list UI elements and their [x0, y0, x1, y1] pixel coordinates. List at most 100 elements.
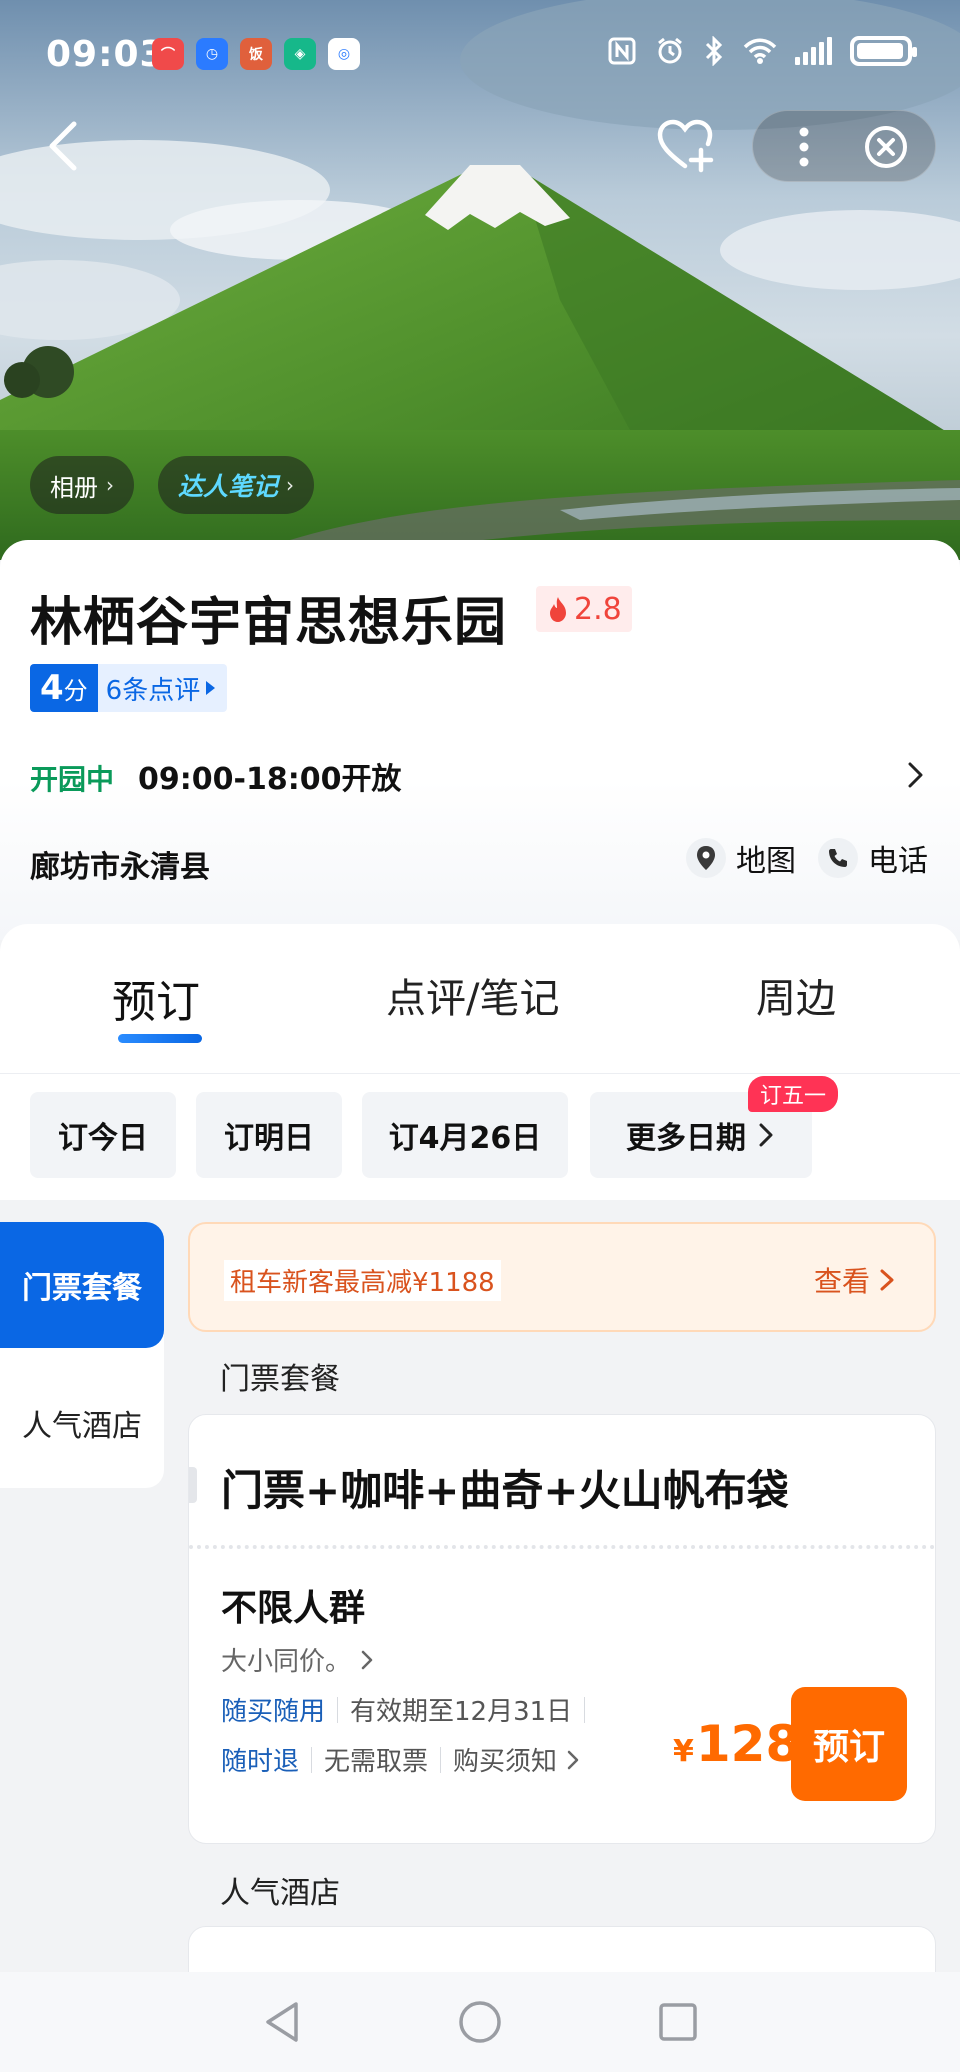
heat-badge: 2.8	[536, 586, 632, 632]
review-count: 6条点评	[97, 664, 228, 712]
chevron-right-icon	[759, 1123, 773, 1147]
notification-icons: ⌒ ◷ 饭 ◈ ◎	[152, 38, 360, 70]
alarm-icon	[658, 37, 682, 64]
food-app-icon: 饭	[240, 38, 272, 70]
book-button[interactable]: 预订	[791, 1687, 907, 1801]
chevron-right-icon: ›	[286, 473, 295, 497]
phone-icon	[818, 838, 858, 878]
battery-icon	[850, 36, 917, 66]
close-icon[interactable]	[861, 123, 911, 171]
status-bar: 09:03 ⌒ ◷ 饭 ◈ ◎	[0, 0, 960, 110]
white-circle-app-icon: ◎	[328, 38, 360, 70]
status-time: 09:03	[46, 34, 166, 75]
validity-text: 有效期至12月31日	[350, 1697, 573, 1727]
no-pickup-text: 无需取票	[324, 1747, 429, 1777]
system-recents-icon[interactable]	[652, 1996, 704, 2048]
map-label: 地图	[736, 844, 796, 879]
score-value: 4	[40, 668, 64, 708]
title-marker	[189, 1467, 197, 1503]
green-shield-app-icon: ◈	[284, 38, 316, 70]
ticket-tags-row-2: 随时退 无需取票 购买须知	[221, 1741, 581, 1778]
nfc-icon	[608, 37, 636, 65]
system-back-icon[interactable]	[258, 1996, 310, 2048]
heat-value: 2.8	[574, 591, 622, 627]
battery-level	[857, 43, 904, 59]
ticket-price: ¥ 128	[673, 1715, 800, 1773]
bluetooth-icon	[705, 36, 723, 66]
ticket-package-card[interactable]: 门票+咖啡+曲奇+火山帆布袋 不限人群 大小同价。 随买随用 有效期至12月31…	[188, 1414, 936, 1844]
hero-photo[interactable]: 09:03 ⌒ ◷ 饭 ◈ ◎ 相册 › 达人笔记 ›	[0, 0, 960, 560]
map-pin-icon	[686, 838, 726, 878]
package-title: 门票+咖啡+曲奇+火山帆布袋	[221, 1466, 789, 1515]
price-value: 128	[695, 1715, 801, 1773]
date-selector: 订今日 订明日 订4月26日 更多日期 订五一	[0, 1074, 960, 1200]
review-count-label: 6条点评	[105, 675, 201, 706]
tab-booking[interactable]: 预订	[112, 966, 200, 1030]
price-note-link[interactable]: 大小同价。	[221, 1641, 375, 1678]
chevron-right-icon	[908, 762, 923, 788]
album-button[interactable]: 相册 ›	[30, 456, 134, 514]
price-note: 大小同价。	[221, 1647, 352, 1677]
category-sidebar: 门票套餐 人气酒店	[0, 1222, 164, 1488]
album-label: 相册	[50, 473, 98, 502]
chevron-right-icon: ›	[106, 473, 114, 497]
rating-button[interactable]: 4 分 6条点评	[30, 664, 228, 712]
book-today-button[interactable]: 订今日	[30, 1092, 176, 1178]
chevron-right-icon	[361, 1650, 373, 1669]
tab-bar: 预订 点评/笔记 周边	[0, 924, 960, 1074]
map-button[interactable]: 地图	[686, 836, 796, 880]
score-unit: 分	[63, 677, 88, 705]
tab-nearby[interactable]: 周边	[756, 966, 836, 1024]
attraction-info-card: 林栖谷宇宙思想乐园 2.8 4 分 6条点评 开园中 09:00-18:00开放…	[0, 540, 960, 940]
open-hours: 09:00-18:00开放	[138, 762, 402, 797]
address: 廊坊市永清县	[30, 850, 210, 885]
tag-anytime-use: 随买随用	[221, 1697, 326, 1727]
miniapp-capsule	[752, 110, 936, 182]
promo-view-link[interactable]: 查看	[814, 1260, 896, 1300]
tag-refund-anytime: 随时退	[221, 1747, 300, 1777]
section-title-tickets: 门票套餐	[220, 1362, 340, 1397]
book-specific-date-button[interactable]: 订4月26日	[362, 1092, 568, 1178]
chevron-right-icon	[880, 1269, 894, 1291]
expert-notes-label: 达人笔记	[178, 472, 279, 501]
promo-link-label: 查看	[813, 1265, 870, 1298]
audience-label: 不限人群	[221, 1588, 366, 1629]
car-rental-promo-banner[interactable]: 租车新客最高减¥1188 查看	[188, 1222, 936, 1332]
tab-reviews-notes[interactable]: 点评/笔记	[386, 966, 559, 1024]
signal-icon	[795, 37, 832, 65]
currency-symbol: ¥	[673, 1734, 694, 1769]
score-box: 4 分	[30, 664, 98, 712]
dotted-divider	[189, 1545, 935, 1549]
purchase-notes-link[interactable]: 购买须知	[453, 1741, 557, 1778]
may-day-badge: 订五一	[748, 1076, 839, 1112]
open-status: 开园中	[30, 763, 115, 796]
favorite-add-icon[interactable]	[655, 116, 717, 176]
system-home-icon[interactable]	[454, 1996, 506, 2048]
back-icon[interactable]	[40, 118, 90, 174]
system-navigation-bar	[0, 1972, 960, 2072]
sidebar-item-tickets[interactable]: 门票套餐	[0, 1222, 164, 1348]
phone-label: 电话	[868, 844, 928, 879]
tag-separator	[311, 1746, 313, 1773]
active-tab-indicator	[118, 1034, 202, 1043]
blue-clock-app-icon: ◷	[196, 38, 228, 70]
tag-separator	[337, 1696, 339, 1723]
ticket-tags-row-1: 随买随用 有效期至12月31日	[221, 1691, 597, 1728]
wifi-icon	[743, 38, 777, 64]
expert-notes-button[interactable]: 达人笔记 ›	[158, 456, 315, 514]
flame-icon	[550, 597, 566, 622]
tag-separator	[584, 1696, 586, 1723]
section-title-hotels: 人气酒店	[220, 1876, 340, 1911]
more-icon[interactable]	[779, 123, 829, 171]
tag-separator	[440, 1746, 442, 1773]
attraction-title: 林栖谷宇宙思想乐园	[30, 593, 508, 653]
book-tomorrow-button[interactable]: 订明日	[196, 1092, 342, 1178]
sidebar-item-hotels[interactable]: 人气酒店	[0, 1360, 164, 1486]
system-indicators	[607, 36, 917, 66]
triangle-right-icon	[206, 681, 216, 695]
phone-button[interactable]: 电话	[818, 836, 928, 880]
red-app-icon: ⌒	[152, 38, 184, 70]
chevron-right-icon	[567, 1750, 579, 1769]
promo-text: 租车新客最高减¥1188	[224, 1260, 501, 1301]
opening-hours-row[interactable]: 开园中 09:00-18:00开放	[30, 752, 930, 802]
